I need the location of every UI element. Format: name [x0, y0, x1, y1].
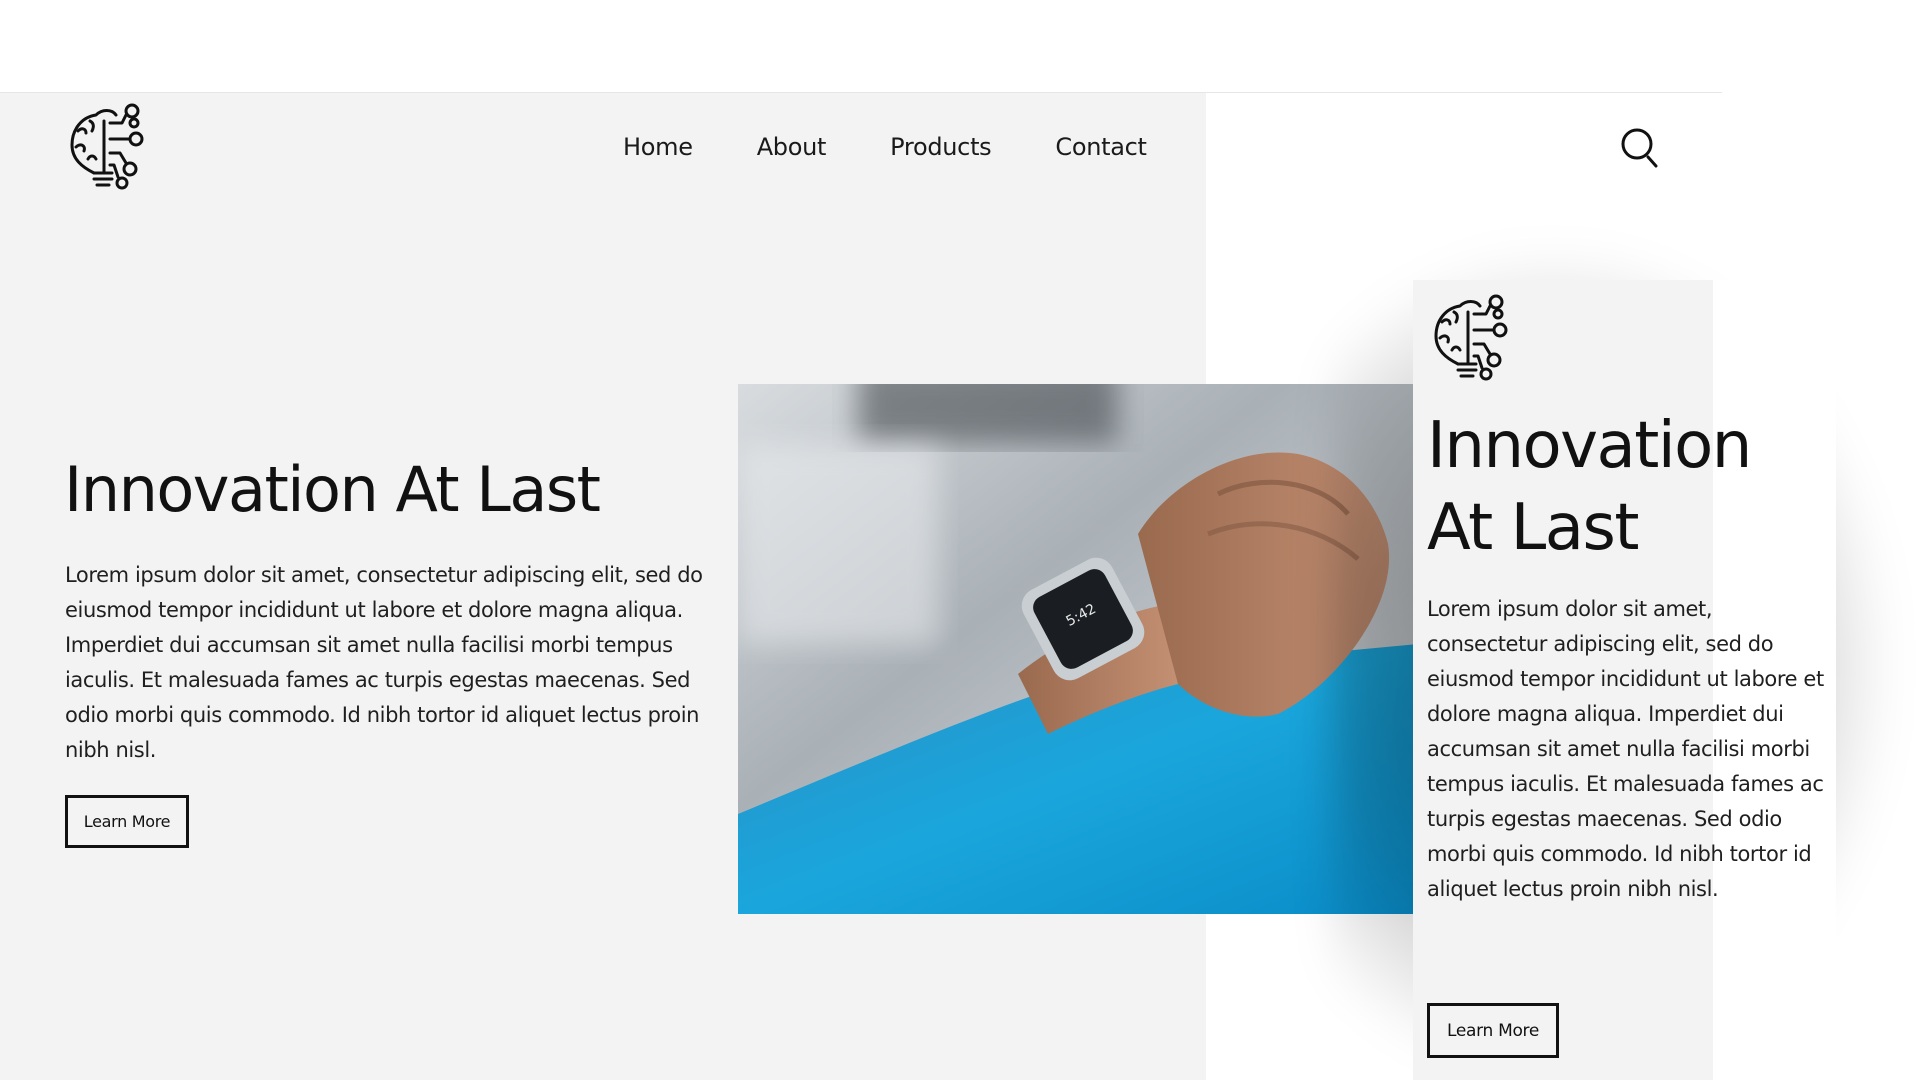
- nav-home-link[interactable]: Home: [623, 133, 693, 161]
- hero-title: Innovation At Last: [64, 453, 601, 526]
- nav-about-link[interactable]: About: [757, 133, 827, 161]
- mobile-hero-title: Innovation At Last: [1427, 409, 1752, 565]
- mobile-learn-more-button[interactable]: Learn More: [1427, 1003, 1559, 1058]
- search-icon[interactable]: [1620, 127, 1660, 169]
- smartwatch-photo: 5:42: [738, 384, 1418, 914]
- hero-description: Lorem ipsum dolor sit amet, consectetur …: [65, 563, 703, 762]
- nav-contact-link[interactable]: Contact: [1055, 133, 1147, 161]
- mobile-brain-lightbulb-logo-icon[interactable]: [1427, 292, 1509, 382]
- main-navigation: Home About Products Contact: [623, 133, 1147, 161]
- learn-more-button[interactable]: Learn More: [65, 795, 189, 848]
- nav-products-link[interactable]: Products: [890, 133, 992, 161]
- mobile-hero-description: Lorem ipsum dolor sit amet, consectetur …: [1427, 597, 1824, 901]
- mobile-mockup: Innovation At Last Lorem ipsum dolor sit…: [1413, 280, 1836, 1080]
- brain-lightbulb-logo-icon[interactable]: [64, 101, 144, 191]
